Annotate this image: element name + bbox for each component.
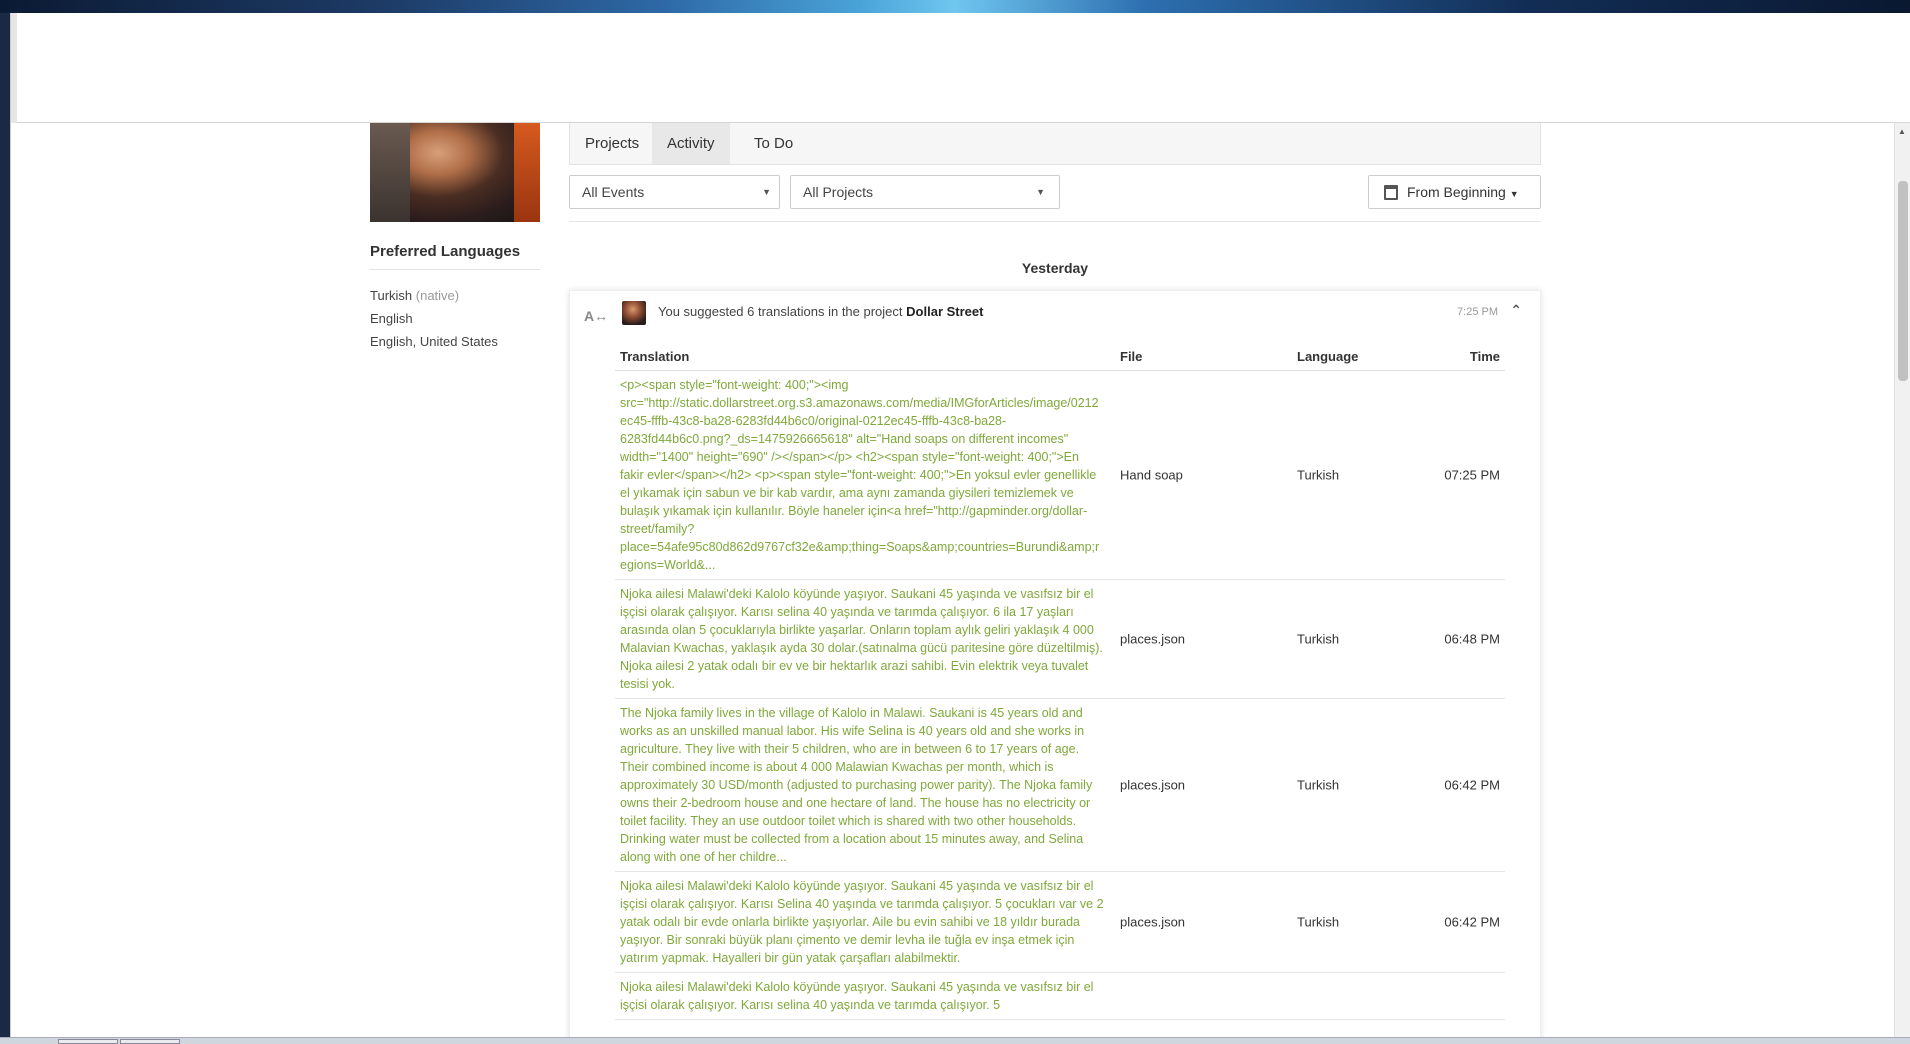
column-header-language: Language [1297,349,1359,364]
language-item: English, United States [370,334,498,349]
projects-filter-value: All Projects [803,184,874,200]
date-range-label: From Beginning [1407,184,1506,200]
language-native-note: (native) [415,288,460,303]
translation-cell[interactable]: Njoka ailesi Malawi'deki Kalolo köyünde … [615,872,1105,972]
translation-cell[interactable]: Njoka ailesi Malawi'deki Kalolo köyünde … [615,580,1105,698]
translate-icon: A↔ [584,308,609,324]
project-link[interactable]: Dollar Street [906,304,983,319]
language-cell: Turkish [1297,777,1340,793]
scroll-up-arrow-icon[interactable]: ▲ [1898,127,1906,136]
language-item: Turkish (native) [370,288,459,303]
file-cell: Hand soap [1120,467,1183,483]
chevron-down-icon: ▼ [762,187,771,197]
table-header: Translation File Language Time [615,341,1505,371]
event-text: You suggested 6 translations in the proj… [658,304,903,319]
taskbar-item[interactable] [58,1039,118,1044]
caret-down-icon: ▼ [1509,189,1519,199]
time-cell: 06:48 PM [1444,631,1500,647]
scrollbar-thumb[interactable] [1898,181,1908,381]
language-name: English, United States [370,334,498,349]
time-cell: 07:25 PM [1444,467,1500,483]
table-row[interactable]: Njoka ailesi Malawi'deki Kalolo köyünde … [615,973,1505,1020]
column-header-translation: Translation [620,349,690,364]
language-cell: Turkish [1297,914,1340,930]
events-filter-value: All Events [582,184,645,200]
divider [370,269,540,270]
file-cell: places.json [1120,914,1186,930]
main-content: Preferred Languages Turkish (native) Eng… [11,123,1895,1044]
chevron-up-icon[interactable]: ⌃ [1510,302,1522,319]
table-row[interactable]: <p><span style="font-weight: 400;"><img … [615,371,1505,580]
time-cell: 06:42 PM [1444,914,1500,930]
activity-card: A↔ You suggested 6 translations in the p… [569,290,1541,1044]
desktop-background [0,0,1910,13]
translation-cell[interactable]: Njoka ailesi Malawi'deki Kalolo köyünde … [615,973,1105,1019]
tab-projects[interactable]: Projects [570,123,654,164]
chevron-down-icon: ▼ [1036,187,1045,197]
event-time: 7:25 PM [1457,306,1498,318]
column-header-time: Time [1469,349,1500,364]
taskbar-item[interactable] [120,1039,180,1044]
profile-avatar [370,123,540,222]
file-cell: places.json [1120,777,1186,793]
language-item: English [370,311,413,326]
language-cell: Turkish [1297,631,1340,647]
table-row[interactable]: Njoka ailesi Malawi'deki Kalolo köyünde … [615,580,1505,699]
projects-filter-select[interactable]: All Projects ▼ [790,175,1060,209]
file-cell: places.json [1120,631,1186,647]
events-filter-select[interactable]: All Events ▼ [569,175,780,209]
language-cell: Turkish [1297,467,1340,483]
preferred-languages-heading: Preferred Languages [370,243,521,260]
table-row[interactable]: The Njoka family lives in the village of… [615,699,1505,872]
language-name: Turkish [370,288,413,303]
browser-window: Preferred Languages Turkish (native) Eng… [10,13,1910,1044]
event-description: You suggested 6 translations in the proj… [658,304,983,319]
translations-table: Translation File Language Time <p><span … [615,341,1505,1020]
top-header-bar [11,13,1910,123]
language-name: English [370,311,413,326]
profile-tabs: Projects Activity To Do [569,123,1541,165]
avatar[interactable] [622,301,646,325]
divider [569,221,1541,222]
table-row[interactable]: Njoka ailesi Malawi'deki Kalolo köyünde … [615,872,1505,973]
column-header-file: File [1120,349,1143,364]
calendar-icon [1384,185,1398,200]
avatar-background [370,123,410,222]
scrollbar[interactable]: ▲ [1894,123,1910,1044]
taskbar [0,1037,1910,1044]
avatar-background-detail [514,123,540,222]
tab-to-do[interactable]: To Do [739,123,808,164]
time-cell: 06:42 PM [1444,777,1500,793]
translation-cell[interactable]: The Njoka family lives in the village of… [615,699,1105,871]
translation-cell[interactable]: <p><span style="font-weight: 400;"><img … [615,371,1105,579]
tab-activity[interactable]: Activity [652,123,730,164]
day-group-label: Yesterday [1021,260,1089,276]
date-range-button[interactable]: From Beginning ▼ [1368,175,1541,209]
